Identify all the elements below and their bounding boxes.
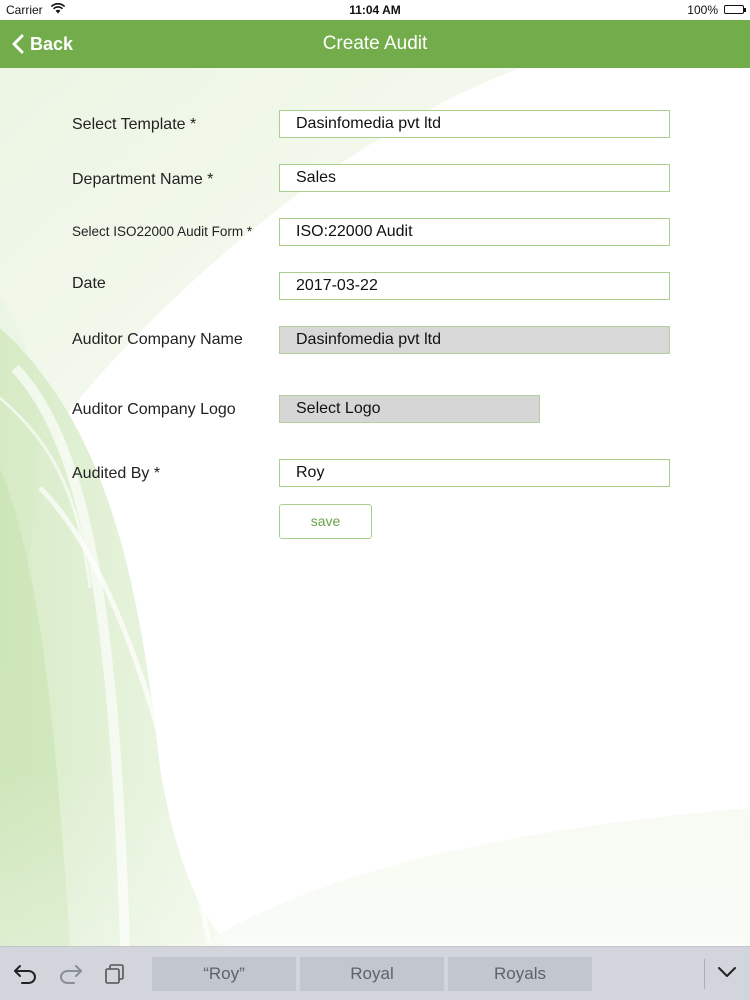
audit-form-label: Select ISO22000 Audit Form *	[72, 224, 253, 239]
status-bar: Carrier 11:04 AM 100%	[0, 0, 750, 20]
suggestion-1[interactable]: “Roy”	[152, 957, 296, 991]
navigation-bar: Back Create Audit	[0, 20, 750, 68]
audit-form-field[interactable]	[279, 218, 670, 246]
redo-icon[interactable]	[58, 963, 84, 990]
save-button[interactable]: save	[279, 504, 372, 539]
dismiss-keyboard-icon[interactable]	[716, 965, 738, 984]
battery-percentage: 100%	[687, 3, 718, 17]
audit-form: Select Template * Department Name * Sele…	[0, 68, 750, 946]
divider	[704, 959, 705, 989]
keyboard-suggestion-bar: “Roy” Royal Royals	[0, 946, 750, 1000]
select-logo-button[interactable]: Select Logo	[279, 395, 540, 423]
undo-icon[interactable]	[12, 963, 38, 990]
template-field[interactable]	[279, 110, 670, 138]
company-name-field	[279, 326, 670, 354]
clock: 11:04 AM	[349, 3, 401, 17]
company-logo-label: Auditor Company Logo	[72, 401, 236, 418]
audited-by-field[interactable]	[279, 459, 670, 487]
background-swirl	[0, 68, 750, 946]
paste-icon[interactable]	[104, 963, 126, 990]
date-field[interactable]	[279, 272, 670, 300]
company-name-label: Auditor Company Name	[72, 331, 243, 348]
department-label: Department Name *	[72, 171, 214, 188]
page-title: Create Audit	[322, 33, 428, 54]
audited-by-label: Audited By *	[72, 465, 161, 482]
template-label: Select Template *	[72, 116, 197, 133]
suggestion-3[interactable]: Royals	[448, 957, 592, 991]
department-field[interactable]	[279, 164, 670, 192]
date-label: Date	[72, 275, 106, 292]
suggestion-2[interactable]: Royal	[300, 957, 444, 991]
battery-icon	[724, 5, 746, 14]
